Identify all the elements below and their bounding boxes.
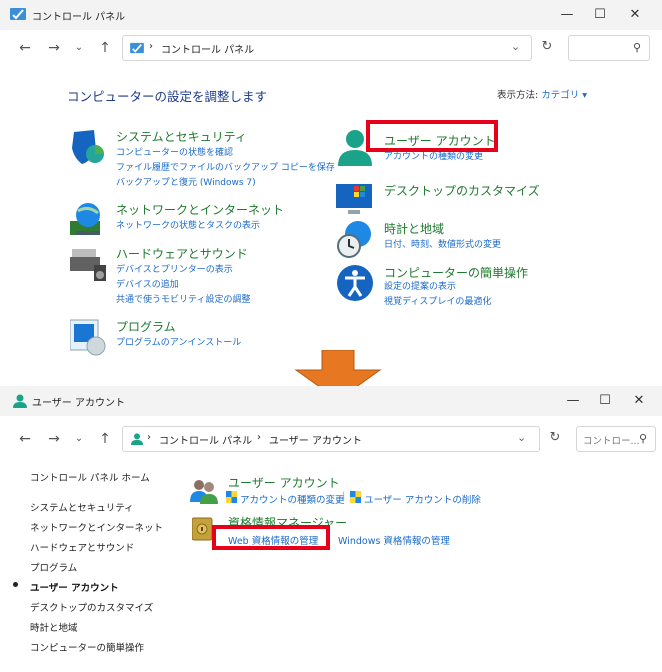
link-network-status[interactable]: ネットワークの状態とタスクの表示 (116, 219, 260, 234)
view-by: 表示方法: カテゴリ ▾ (497, 87, 587, 101)
sidebar-item-network[interactable]: ネットワークとインターネット (30, 520, 163, 534)
breadcrumb-control-panel[interactable]: コントロール パネル (159, 432, 252, 447)
maximize-button[interactable]: ☐ (590, 391, 620, 411)
breadcrumb-separator: › (147, 432, 151, 443)
back-arrow-icon[interactable]: ← (16, 430, 34, 448)
up-arrow-icon[interactable]: ↑ (96, 430, 114, 448)
sidebar-item-system-security[interactable]: システムとセキュリティ (30, 500, 134, 514)
printer-speaker-icon (70, 249, 106, 281)
category-title[interactable]: システムとセキュリティ (116, 128, 247, 145)
minimize-button[interactable]: — (558, 391, 588, 411)
separator: | (342, 491, 346, 502)
link-check-status[interactable]: コンピューターの状態を確認 (116, 146, 335, 161)
sidebar-item-ease-of-access[interactable]: コンピューターの簡単操作 (30, 640, 144, 654)
link-mobility-settings[interactable]: 共通で使うモビリティ設定の調整 (116, 293, 250, 308)
chevron-down-icon[interactable]: ⌄ (511, 40, 520, 53)
window-title: ユーザー アカウント (32, 398, 125, 409)
link-remove-user-account[interactable]: ユーザー アカウントの削除 (364, 492, 481, 506)
category-title[interactable]: デスクトップのカスタマイズ (384, 182, 540, 199)
up-arrow-icon[interactable]: ↑ (96, 39, 114, 57)
active-bullet (13, 582, 18, 587)
link-file-history[interactable]: ファイル履歴でファイルのバックアップ コピーを保存 (116, 161, 335, 176)
highlight-box-web-credentials (212, 525, 330, 550)
breadcrumb-separator: › (257, 432, 261, 443)
uac-shield-icon (226, 491, 237, 503)
credential-vault-icon (192, 517, 213, 541)
breadcrumb-control-panel[interactable]: コントロール パネル (161, 41, 254, 56)
category-title[interactable]: ハードウェアとサウンド (116, 245, 248, 262)
chevron-down-icon[interactable]: ⌄ (517, 431, 526, 444)
maximize-button[interactable]: ☐ (585, 5, 615, 25)
sidebar-item-desktop[interactable]: デスクトップのカスタマイズ (30, 600, 153, 614)
sidebar-item-home[interactable]: コントロール パネル ホーム (30, 470, 150, 484)
address-field[interactable]: › コントロール パネル ⌄ (122, 35, 532, 61)
section-title-user-accounts[interactable]: ユーザー アカウント (228, 474, 340, 491)
address-bar: ← → ⌄ ↑ › コントロール パネル › ユーザー アカウント ⌄ ↻ コン… (0, 421, 662, 457)
category-title[interactable]: プログラム (116, 318, 176, 335)
search-input[interactable]: コントロー... ⚲ (576, 426, 656, 452)
sidebar-item-programs[interactable]: プログラム (30, 560, 77, 574)
close-button[interactable]: ✕ (624, 391, 654, 411)
page-title: コンピューターの設定を調整します (67, 89, 268, 104)
view-by-label: 表示方法: (497, 90, 539, 101)
category-title[interactable]: ネットワークとインターネット (116, 201, 284, 218)
sidebar-item-hardware[interactable]: ハードウェアとサウンド (30, 540, 134, 554)
accessibility-icon (337, 265, 373, 301)
search-input[interactable]: ⚲ (568, 35, 650, 61)
search-placeholder: コントロー... (583, 436, 640, 447)
forward-arrow-icon[interactable]: → (45, 430, 63, 448)
link-date-time-format[interactable]: 日付、時刻、数値形式の変更 (384, 238, 501, 253)
link-uninstall-program[interactable]: プログラムのアンインストール (116, 336, 241, 351)
refresh-icon[interactable]: ↻ (538, 39, 556, 54)
forward-arrow-icon[interactable]: → (45, 39, 63, 57)
users-icon (190, 480, 218, 504)
link-change-account-type[interactable]: アカウントの種類の変更 (240, 492, 345, 506)
breadcrumb-separator: › (149, 41, 153, 52)
highlight-box-user-accounts (366, 120, 498, 152)
link-change-account-type[interactable]: アカウントの種類の変更 (384, 150, 483, 165)
clock-globe-icon (337, 221, 371, 258)
link-suggestions[interactable]: 設定の提案の表示 (384, 280, 491, 295)
user-icon (13, 394, 27, 408)
minimize-button[interactable]: — (552, 5, 582, 25)
recent-chevron-icon[interactable]: ⌄ (70, 430, 88, 448)
close-button[interactable]: ✕ (620, 5, 650, 25)
control-panel-icon (130, 42, 144, 54)
programs-icon (70, 319, 106, 356)
link-optimize-display[interactable]: 視覚ディスプレイの最適化 (384, 295, 491, 310)
address-bar: ← → ⌄ ↑ › コントロール パネル ⌄ ↻ ⚲ (0, 30, 662, 66)
back-arrow-icon[interactable]: ← (16, 39, 34, 57)
link-manage-windows-credentials[interactable]: Windows 資格情報の管理 (338, 533, 450, 547)
recent-chevron-icon[interactable]: ⌄ (70, 39, 88, 57)
link-backup-restore[interactable]: バックアップと復元 (Windows 7) (116, 176, 335, 191)
shield-icon (72, 130, 104, 164)
sidebar-item-clock-region[interactable]: 時計と地域 (30, 620, 78, 634)
title-bar: コントロール パネル — ☐ ✕ (0, 0, 662, 30)
control-panel-icon (10, 8, 26, 20)
user-icon (131, 433, 143, 445)
breadcrumb-user-accounts[interactable]: ユーザー アカウント (269, 432, 362, 447)
link-add-device[interactable]: デバイスの追加 (116, 278, 250, 293)
network-globe-icon (70, 203, 100, 235)
refresh-icon[interactable]: ↻ (546, 430, 564, 445)
view-by-dropdown[interactable]: カテゴリ ▾ (541, 90, 587, 101)
category-title[interactable]: コンピューターの簡単操作 (384, 264, 528, 281)
search-icon: ⚲ (632, 41, 641, 54)
link-devices-printers[interactable]: デバイスとプリンターの表示 (116, 263, 250, 278)
category-title[interactable]: 時計と地域 (384, 220, 444, 237)
desktop-icon (336, 184, 372, 214)
address-field[interactable]: › コントロール パネル › ユーザー アカウント ⌄ (122, 426, 540, 452)
sidebar-item-user-accounts[interactable]: ユーザー アカウント (30, 580, 119, 594)
title-bar: ユーザー アカウント — ☐ ✕ (0, 386, 662, 416)
window-title: コントロール パネル (32, 12, 126, 23)
search-icon: ⚲ (638, 432, 647, 445)
uac-shield-icon (350, 491, 361, 503)
